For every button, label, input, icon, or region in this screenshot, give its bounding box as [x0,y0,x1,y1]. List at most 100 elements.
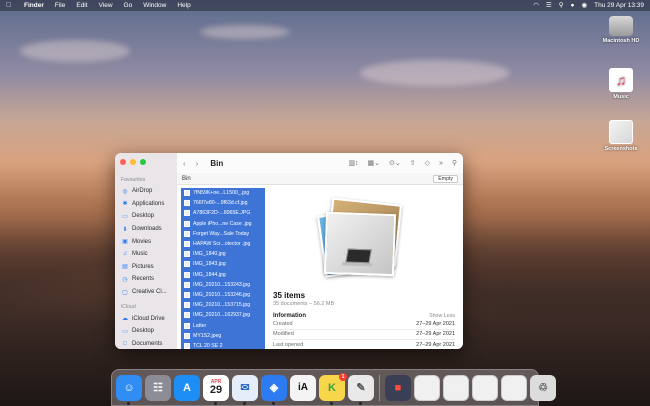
file-row[interactable]: IMG_20210...153715.jpg [181,300,265,310]
file-row[interactable]: IMG_1844.jpg [181,270,265,280]
share-icon[interactable]: ⇧ [410,159,416,167]
file-name: IMG_20210...153246.jpg [193,291,251,298]
image-file-icon [184,332,190,339]
file-name: IMG_1843.jpg [193,261,226,268]
bin-full-icon[interactable]: ♲ [530,374,556,401]
empty-bin-button[interactable]: Empty [433,174,458,183]
control-center-icon[interactable]: ☰ [546,2,552,10]
more-icon[interactable]: » [439,160,443,167]
desktop-icon-screenshots[interactable]: Screenshots [596,120,646,152]
search-icon[interactable]: ⚲ [452,159,457,167]
sidebar-item-downloads[interactable]: ⬇ Downloads [115,223,177,236]
file-row[interactable]: IMG_1840.jpg [181,249,265,259]
file-row[interactable]: MY1S2.jpeg [181,331,265,341]
file-row[interactable]: HAPAW Scr...otector .jpg [181,239,265,249]
notes-icon[interactable]: K1 [319,372,347,405]
sidebar-item-applications[interactable]: ✱ Applications [115,198,177,211]
file-row[interactable]: IMG_20210...153246.jpg [181,290,265,300]
wallpaper-cloud [200,25,290,39]
file-name: IMG_20210...153715.jpg [193,302,251,309]
safari-icon[interactable]: ◈ [261,374,287,405]
menu-file[interactable]: File [55,2,65,9]
finder-icon[interactable]: ☺ [116,374,142,405]
folder-icon [609,120,633,144]
menu-finder[interactable]: Finder [24,2,44,9]
ia-writer-icon[interactable]: iA [290,374,316,401]
tag-icon[interactable]: ◇ [425,159,430,167]
screenshot-thumbnail-icon[interactable] [472,374,498,401]
close-button[interactable] [120,159,126,165]
zoom-button[interactable] [140,159,146,165]
screenshot-app-icon[interactable]: ■ [385,374,411,401]
file-row[interactable]: TCL 20 SE 2 [181,341,265,349]
column-view-icon[interactable]: ▥↕ [348,159,358,167]
app-store-icon[interactable]: A [174,374,200,401]
desktop-icon-label: Music [613,94,629,100]
file-name: 766f7e80-...9f63d.cf.jpg [193,200,248,207]
dock: ☺ ☷ A APR 29 ✉ ◈ iA K1 ✎ ■ ♲ [111,369,556,406]
desktop-icon-music[interactable]: ♫ Music [596,68,646,100]
file-row[interactable]: 766f7e80-...9f63d.cf.jpg [181,198,265,208]
siri-icon[interactable]: ◉ [581,2,587,10]
sidebar-item-documents[interactable]: □ Documents [115,338,177,349]
running-indicator [214,401,217,405]
menu-window[interactable]: Window [143,2,166,9]
file-row[interactable]: IMG_20210...162937.jpg [181,310,265,320]
user-icon[interactable]: ● [571,2,575,10]
image-file-icon [184,241,190,248]
sidebar-item-pictures[interactable]: ▤ Pictures [115,261,177,274]
action-menu-icon[interactable]: ⊙⌄ [389,159,401,167]
sidebar-item-airdrop[interactable]: ◎ AirDrop [115,185,177,198]
file-row[interactable]: 7fN59K+ne...L1500_.jpg [181,188,265,198]
calendar-icon[interactable]: APR 29 [203,374,229,405]
launchpad-icon[interactable]: ☷ [145,374,171,401]
screenshot-thumbnail-icon[interactable] [501,374,527,401]
search-icon[interactable]: ⚲ [559,2,564,10]
image-file-icon [184,271,190,278]
sidebar-item-label: iCloud Drive [132,315,165,322]
sidebar-item-icloud-drive[interactable]: ☁ iCloud Drive [115,312,177,325]
menu-view[interactable]: View [99,2,113,9]
airdrop-icon: ◎ [122,188,128,195]
sidebar-item-label: Music [132,251,148,258]
file-row[interactable]: IMG_1843.jpg [181,259,265,269]
back-button[interactable]: ‹ [183,159,186,168]
pencil-app-icon[interactable]: ✎ [348,374,374,405]
file-row[interactable]: Apple iPho...ne Case .jpg [181,219,265,229]
menu-clock[interactable]: Thu 29 Apr 13:39 [594,2,644,9]
screenshot-thumbnail-icon[interactable] [414,374,440,401]
menu-go[interactable]: Go [124,2,133,9]
sidebar-item-music[interactable]: ♫ Music [115,248,177,261]
mail-icon[interactable]: ✉ [232,374,258,405]
folder-icon [184,342,190,349]
image-file-icon [184,200,190,207]
group-icon[interactable]: ▦⌄ [367,159,379,167]
sidebar-item-creative-cloud[interactable]: ▢ Creative Cl... [115,286,177,299]
running-indicator [330,401,333,405]
menu-help[interactable]: Help [177,2,190,9]
sidebar-item-movies[interactable]: ▣ Movies [115,235,177,248]
file-row[interactable]: Forget Way...Sale Today [181,229,265,239]
show-less-link[interactable]: Show Less [429,313,455,319]
screenshot-thumbnail-icon[interactable] [443,374,469,401]
menu-edit[interactable]: Edit [76,2,87,9]
file-row[interactable]: IMG_20210...153243.jpg [181,280,265,290]
downloads-icon: ⬇ [122,226,128,233]
sidebar-item-icloud-desktop[interactable]: ▭ Desktop [115,325,177,338]
minimize-button[interactable] [130,159,136,165]
info-value: 27–29 Apr 2021 [416,341,455,348]
music-note-icon: ♫ [609,68,633,92]
image-file-icon [184,210,190,217]
image-file-icon [184,312,190,319]
file-row[interactable]: A7863F2D-...8965E.JPG [181,208,265,218]
apple-menu-icon[interactable]:  [6,2,14,10]
window-title: Bin [210,158,224,168]
image-file-icon [184,291,190,298]
sidebar-item-desktop[interactable]: ▭ Desktop [115,210,177,223]
sidebar-item-recents[interactable]: ◷ Recents [115,273,177,286]
wifi-icon[interactable]: ◠ [533,2,539,10]
image-file-icon [184,190,190,197]
forward-button[interactable]: › [196,159,199,168]
desktop-icon-macintosh-hd[interactable]: Macintosh HD [596,16,646,44]
file-row[interactable]: Latter [181,320,265,330]
